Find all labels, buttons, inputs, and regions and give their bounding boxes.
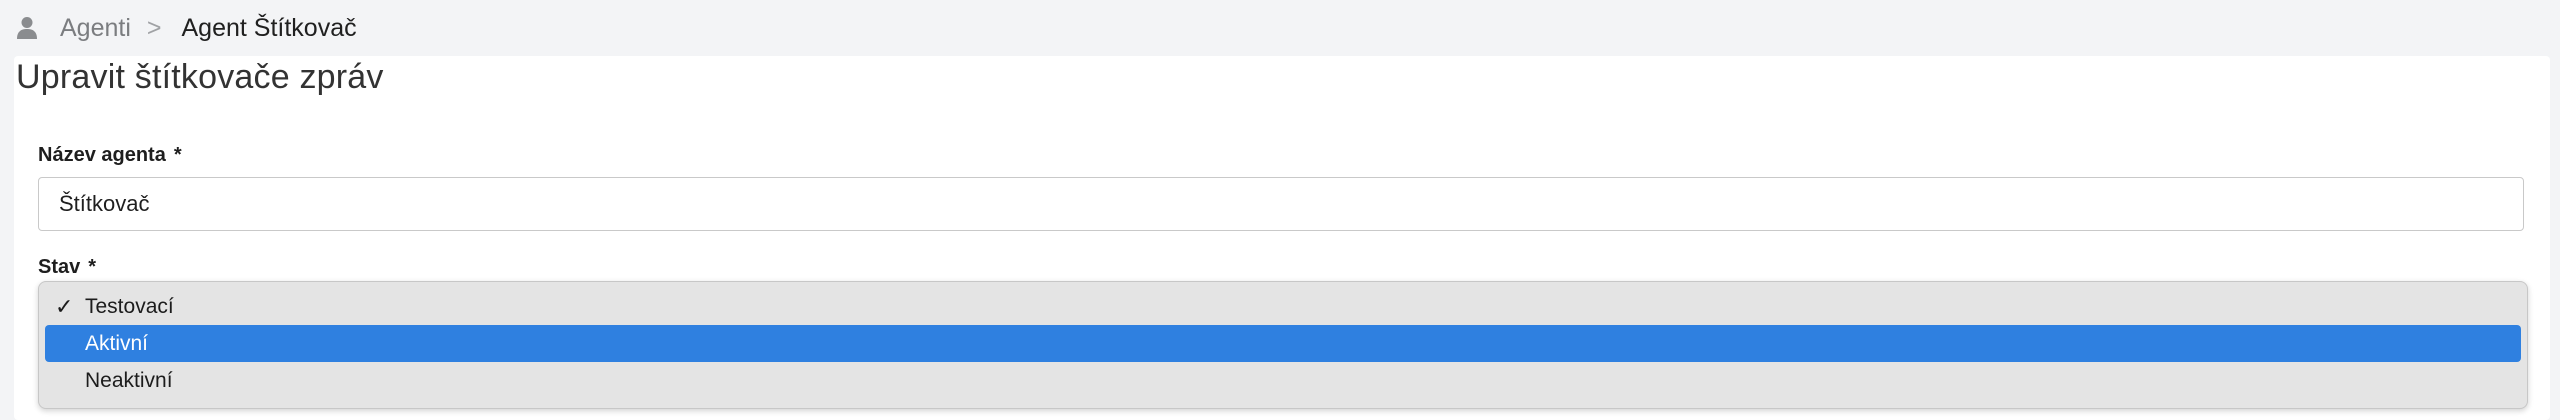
status-option-neaktivni[interactable]: Neaktivní [45, 362, 2521, 399]
breadcrumb-current: Agent Štítkovač [181, 13, 357, 42]
status-dropdown-menu[interactable]: ✓ Testovací Aktivní Neaktivní [38, 281, 2528, 409]
required-marker: * [88, 256, 97, 278]
status-option-label: Neaktivní [85, 368, 173, 392]
status-label: Stav * [38, 256, 96, 279]
check-icon: ✓ [55, 293, 74, 319]
breadcrumb-agents-link[interactable]: Agenti [60, 14, 131, 43]
breadcrumb: Agenti > Agent Štítkovač [0, 0, 2560, 56]
edit-agent-card: Upravit štítkovače zpráv Název agenta * S… [14, 56, 2550, 420]
status-option-aktivni[interactable]: Aktivní [45, 325, 2521, 362]
agent-name-label: Název agenta * [38, 144, 182, 167]
status-option-testovaci[interactable]: ✓ Testovací [45, 288, 2521, 325]
required-marker: * [173, 144, 182, 166]
agent-name-label-text: Název agenta [38, 144, 166, 166]
status-option-label: Aktivní [85, 331, 149, 355]
page-title: Upravit štítkovače zpráv [16, 58, 384, 96]
user-icon [17, 17, 37, 39]
status-label-text: Stav [38, 256, 81, 278]
agent-name-input[interactable] [38, 177, 2524, 231]
breadcrumb-separator: > [146, 13, 162, 42]
status-option-label: Testovací [85, 294, 174, 318]
